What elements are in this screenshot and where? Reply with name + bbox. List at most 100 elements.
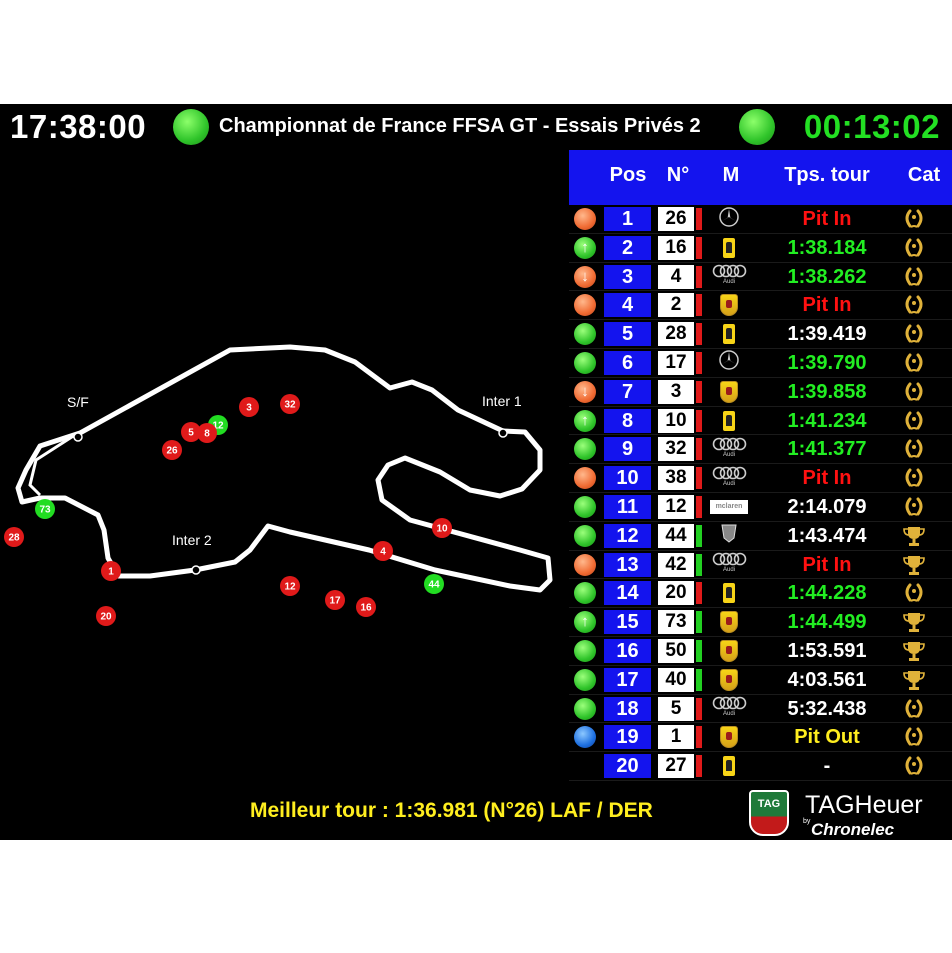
status-green-icon — [574, 639, 596, 662]
mercedes-icon — [718, 349, 740, 376]
row-car-number: 50 — [658, 638, 694, 663]
laurel-icon — [902, 726, 926, 748]
class-stripe — [696, 611, 702, 634]
row-position: 4 — [604, 293, 651, 318]
trophy-icon — [902, 611, 926, 633]
class-stripe — [696, 495, 702, 518]
table-row[interactable]: ↓ 3 4 Audi 1:38.262 — [569, 263, 952, 292]
laurel-icon — [902, 755, 926, 777]
row-car-number: 20 — [658, 581, 694, 606]
trophy-icon — [902, 554, 926, 576]
table-row[interactable]: 1 26 Pit In — [569, 205, 952, 234]
row-lap-time: 4:03.561 — [787, 668, 867, 691]
car-marker-number: 44 — [428, 580, 440, 591]
row-make — [708, 581, 750, 605]
tagheuer-chronelec-logo: TAG TAGHeuer by Chronelec — [745, 788, 952, 840]
class-stripe — [696, 755, 702, 778]
laurel-icon — [902, 410, 926, 432]
car-marker: 32 — [280, 394, 300, 414]
table-row[interactable]: 19 1 Pit Out — [569, 723, 952, 753]
row-position: 7 — [604, 379, 651, 404]
row-position: 11 — [604, 494, 651, 519]
table-row[interactable]: 11 12 mclaren 2:14.079 — [569, 493, 952, 522]
status-orange-icon — [574, 294, 596, 317]
position-down-icon: ↓ — [574, 380, 596, 403]
header-num: N° — [666, 164, 690, 186]
laurel-icon — [902, 496, 926, 518]
class-stripe — [696, 208, 702, 230]
row-make: Audi — [708, 552, 750, 577]
svg-text:Audi: Audi — [723, 481, 735, 487]
table-row[interactable]: ↓ 7 3 1:39.858 — [569, 378, 952, 407]
status-green-icon — [574, 438, 596, 461]
laurel-icon — [902, 294, 926, 316]
car-marker: 26 — [162, 440, 182, 460]
car-marker-number: 5 — [188, 428, 194, 439]
table-row[interactable]: ↑ 15 73 1:44.499 — [569, 608, 952, 637]
row-make — [708, 668, 750, 692]
row-car-number: 5 — [658, 696, 694, 721]
table-row[interactable]: 16 50 1:53.591 — [569, 637, 952, 666]
row-car-number: 40 — [658, 667, 694, 692]
row-make — [708, 409, 750, 433]
table-row[interactable]: 14 20 1:44.228 — [569, 579, 952, 609]
car-marker: 5 — [181, 422, 201, 442]
table-row[interactable]: 5 28 1:39.419 — [569, 320, 952, 349]
class-stripe — [696, 524, 702, 547]
status-green-icon — [574, 495, 596, 518]
logo-brand-text: TAGHeuer — [805, 791, 923, 819]
trophy-icon — [902, 640, 926, 662]
status-green-icon — [574, 582, 596, 605]
table-row[interactable]: 4 2 Pit In — [569, 291, 952, 321]
table-row[interactable]: 12 44 1:43.474 — [569, 522, 952, 551]
table-header: Pos N° M Tps. tour Cat — [569, 150, 952, 205]
trophy-icon — [902, 669, 926, 691]
table-row[interactable]: 13 42 Audi Pit In — [569, 551, 952, 580]
table-row[interactable]: 10 38 Audi Pit In — [569, 464, 952, 493]
map-label-start-finish: S/F — [67, 394, 89, 410]
table-row[interactable]: 9 32 Audi 1:41.377 — [569, 435, 952, 465]
row-make — [708, 610, 750, 634]
table-row[interactable]: 17 40 4:03.561 — [569, 666, 952, 695]
track-map: S/F Inter 1 Inter 2 3 3212852673281201217… — [4, 344, 553, 626]
laurel-icon — [902, 266, 926, 288]
table-row[interactable]: ↑ 8 10 1:41.234 — [569, 407, 952, 436]
position-down-icon: ↓ — [574, 265, 596, 288]
status-green-icon — [574, 323, 596, 346]
row-position: 2 — [604, 235, 651, 260]
mclaren-icon: mclaren — [710, 499, 748, 514]
row-car-number: 1 — [658, 725, 694, 750]
laurel-icon — [902, 582, 926, 604]
car-marker: 44 — [424, 574, 444, 594]
row-make — [708, 236, 750, 260]
car-marker: 16 — [356, 597, 376, 617]
car-marker-number: 20 — [100, 612, 112, 623]
row-make — [708, 639, 750, 663]
row-position: 12 — [604, 523, 651, 548]
car-marker: 17 — [325, 590, 345, 610]
row-position: 15 — [604, 610, 651, 635]
row-position: 3 — [604, 264, 651, 289]
row-car-number: 26 — [658, 207, 694, 231]
car-markers: 3 32128526732812012171610444 — [4, 394, 452, 626]
timing-line-marker — [191, 565, 201, 575]
table-row[interactable]: 6 17 1:39.790 — [569, 349, 952, 378]
row-position: 20 — [604, 754, 651, 779]
table-row[interactable]: ↑ 2 16 1:38.184 — [569, 234, 952, 263]
row-car-number: 27 — [658, 754, 694, 779]
table-body: 1 26 Pit In ↑ 2 16 1:38.184 ↓ 3 4 Audi 1:38.262 4 2 Pi… — [569, 205, 952, 781]
row-lap-time: Pit Out — [794, 726, 860, 749]
laurel-icon — [902, 438, 926, 460]
class-stripe — [696, 351, 702, 374]
table-row[interactable]: 20 27 - — [569, 752, 952, 781]
class-stripe — [696, 409, 702, 432]
car-marker: 3 — [239, 397, 259, 417]
class-stripe — [696, 697, 702, 720]
row-position: 6 — [604, 350, 651, 375]
row-position: 9 — [604, 437, 651, 462]
header-lap-time: Tps. tour — [784, 164, 870, 186]
row-car-number: 12 — [658, 494, 694, 519]
trophy-icon — [902, 525, 926, 547]
row-lap-time: 1:41.377 — [787, 438, 867, 461]
table-row[interactable]: 18 5 Audi 5:32.438 — [569, 695, 952, 724]
